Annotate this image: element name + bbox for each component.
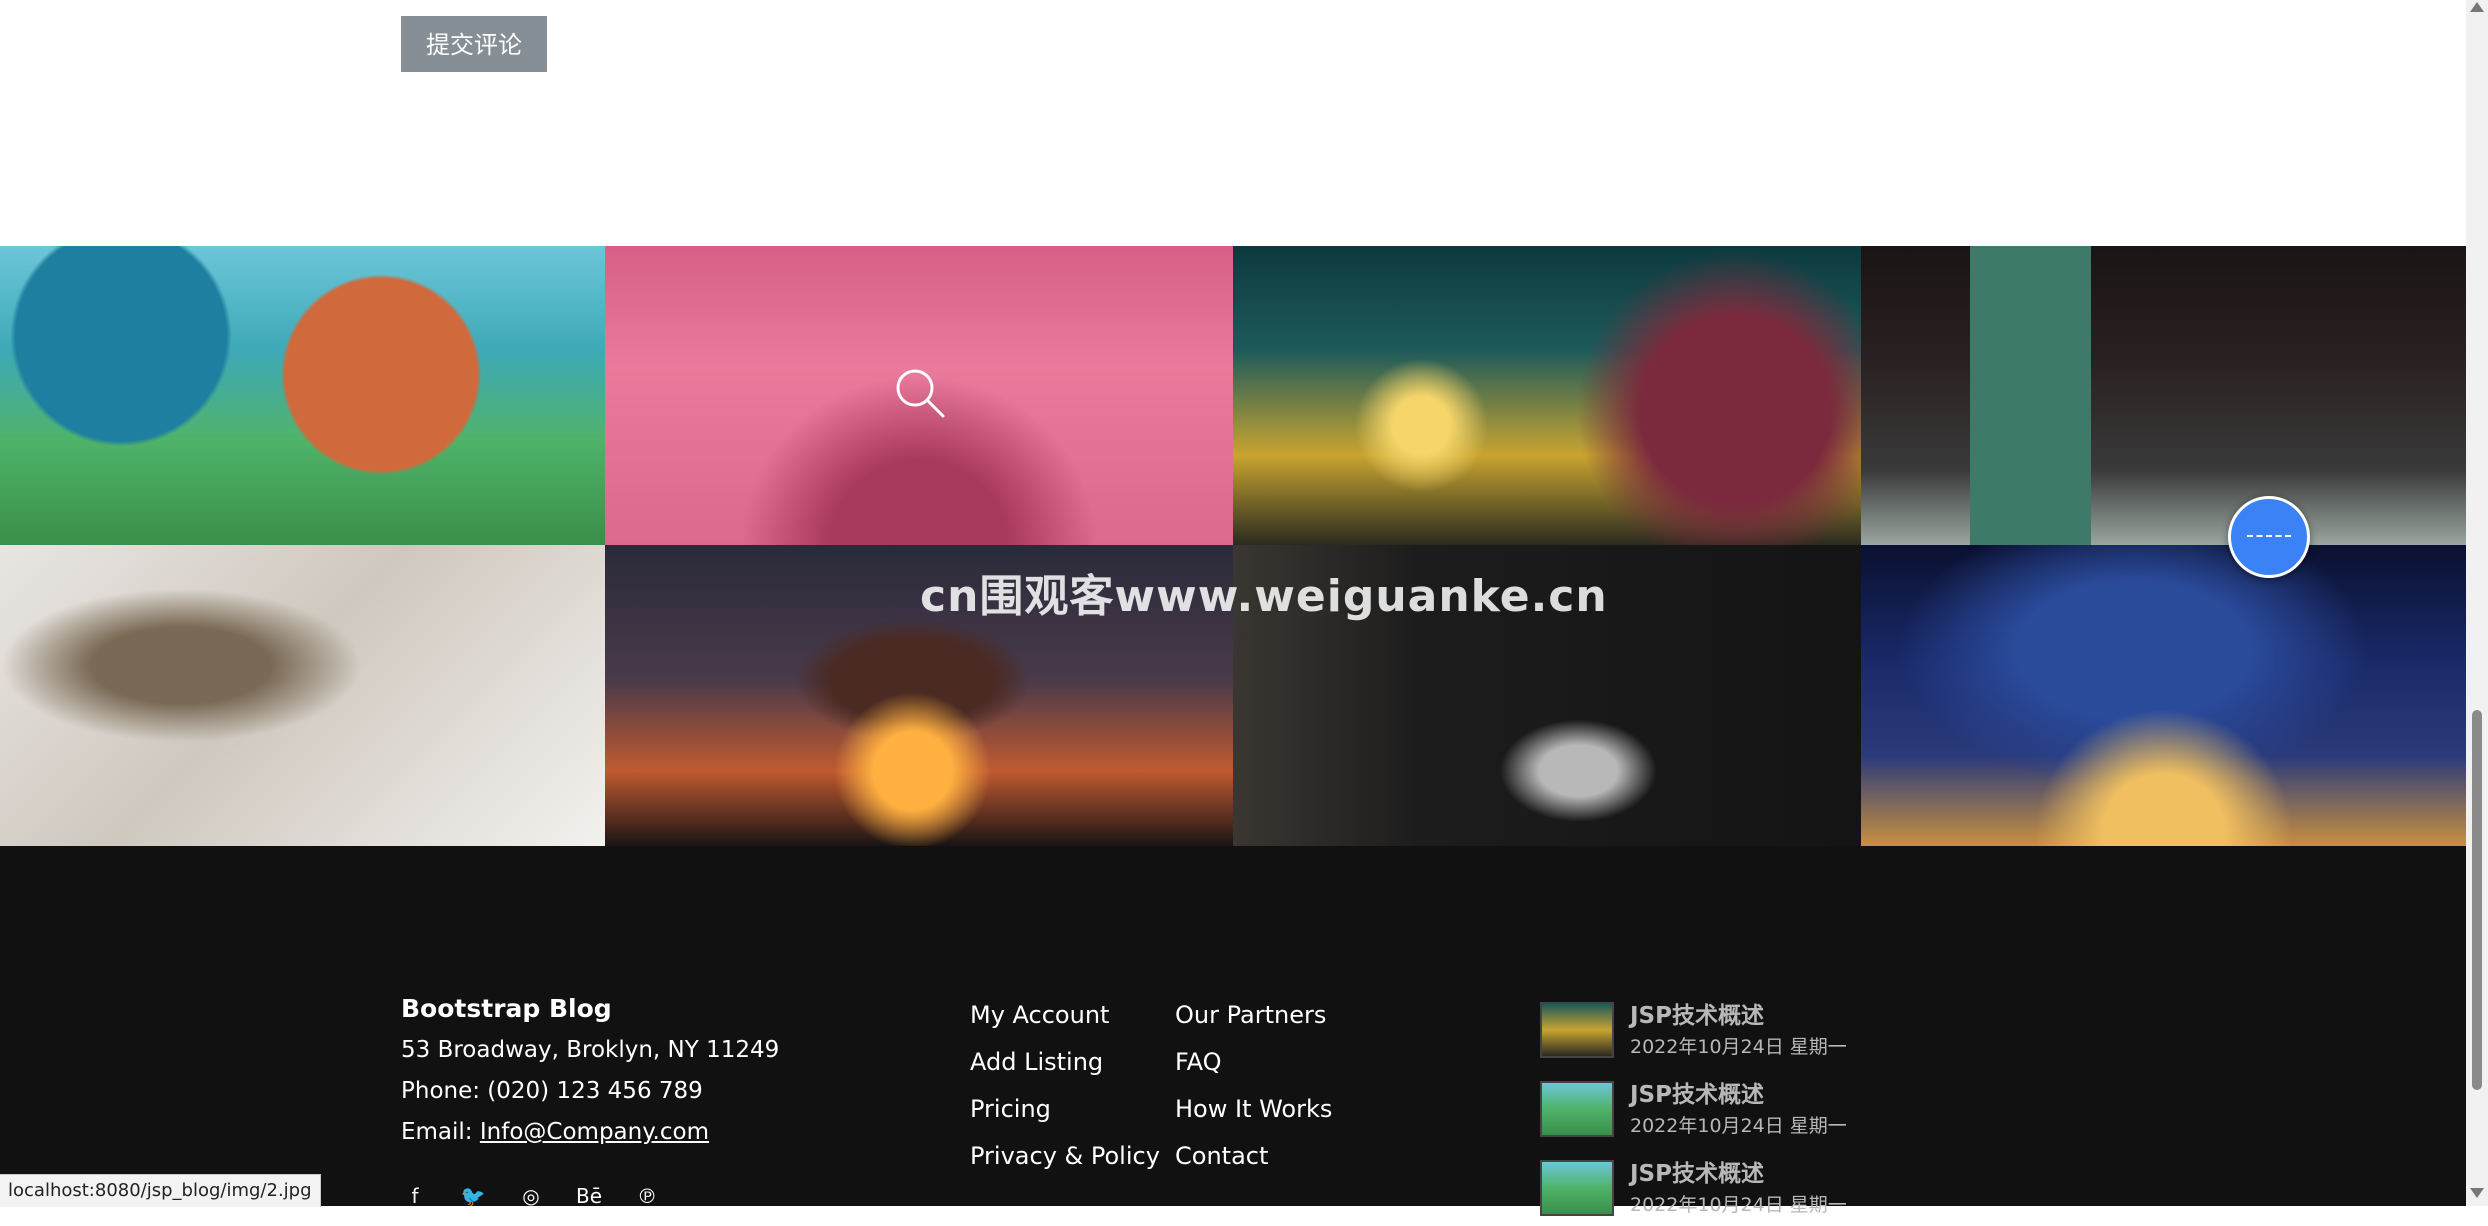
footer-link-add-listing[interactable]: Add Listing	[970, 1046, 1160, 1093]
footer-link-my-account[interactable]: My Account	[970, 999, 1160, 1046]
twitter-icon[interactable]: 🐦	[459, 1184, 487, 1208]
pinterest-icon[interactable]: ℗	[633, 1184, 661, 1208]
footer-link-pricing[interactable]: Pricing	[970, 1093, 1160, 1140]
behance-icon[interactable]: Bē	[575, 1184, 603, 1208]
scroll-up-arrow-icon[interactable]	[2470, 2, 2484, 12]
submit-comment-button[interactable]: 提交评论	[401, 16, 547, 72]
site-footer: Bootstrap Blog 53 Broadway, Broklyn, NY …	[0, 846, 2466, 1216]
post-date: 2022年10月24日 星期一	[1630, 1036, 1847, 1058]
scrollbar-thumb[interactable]	[2472, 710, 2482, 1090]
post-title[interactable]: JSP技术概述	[1630, 1075, 1764, 1109]
post-title[interactable]: JSP技术概述	[1630, 1154, 1764, 1188]
footer-email-line: Email: Info@Company.com	[401, 1119, 709, 1145]
watermark: cn围观客www.weiguanke.cn	[920, 571, 1608, 622]
social-links: f 🐦 ◎ Bē ℗	[401, 1184, 661, 1208]
post-title[interactable]: JSP技术概述	[1630, 996, 1764, 1030]
post-thumbnail[interactable]	[1540, 1160, 1614, 1216]
facebook-icon[interactable]: f	[401, 1184, 429, 1208]
footer-link-how-it-works[interactable]: How It Works	[1175, 1093, 1332, 1140]
gallery-item[interactable]	[1861, 545, 2466, 846]
footer-link-privacy-policy[interactable]: Privacy & Policy	[970, 1140, 1160, 1187]
instagram-icon[interactable]: ◎	[517, 1184, 545, 1208]
post-date: 2022年10月24日 星期一	[1630, 1194, 1847, 1216]
gallery-item[interactable]	[0, 545, 605, 846]
gallery-item[interactable]	[605, 246, 1233, 545]
footer-link-our-partners[interactable]: Our Partners	[1175, 999, 1332, 1046]
footer-link-contact[interactable]: Contact	[1175, 1140, 1332, 1187]
scroll-down-arrow-icon[interactable]	[2470, 1188, 2484, 1198]
footer-brand: Bootstrap Blog	[401, 994, 612, 1023]
gallery	[0, 246, 2466, 846]
footer-nav-col-2: Our Partners FAQ How It Works Contact	[1175, 999, 1332, 1187]
footer-link-faq[interactable]: FAQ	[1175, 1046, 1332, 1093]
floating-action-button[interactable]	[2228, 496, 2310, 578]
footer-email-label: Email:	[401, 1119, 480, 1145]
footer-phone: Phone: (020) 123 456 789	[401, 1078, 703, 1104]
gallery-item[interactable]	[1861, 246, 2466, 545]
gallery-item[interactable]	[0, 246, 605, 545]
footer-email-link[interactable]: Info@Company.com	[480, 1119, 709, 1145]
footer-nav-col-1: My Account Add Listing Pricing Privacy &…	[970, 999, 1160, 1187]
browser-status-bar: localhost:8080/jsp_blog/img/2.jpg	[0, 1174, 321, 1207]
post-date: 2022年10月24日 星期一	[1630, 1115, 1847, 1137]
gallery-item[interactable]	[1233, 246, 1861, 545]
footer-address: 53 Broadway, Broklyn, NY 11249	[401, 1037, 780, 1063]
vertical-scrollbar[interactable]	[2466, 0, 2488, 1206]
post-thumbnail[interactable]	[1540, 1002, 1614, 1058]
post-thumbnail[interactable]	[1540, 1081, 1614, 1137]
search-icon[interactable]	[893, 366, 949, 422]
